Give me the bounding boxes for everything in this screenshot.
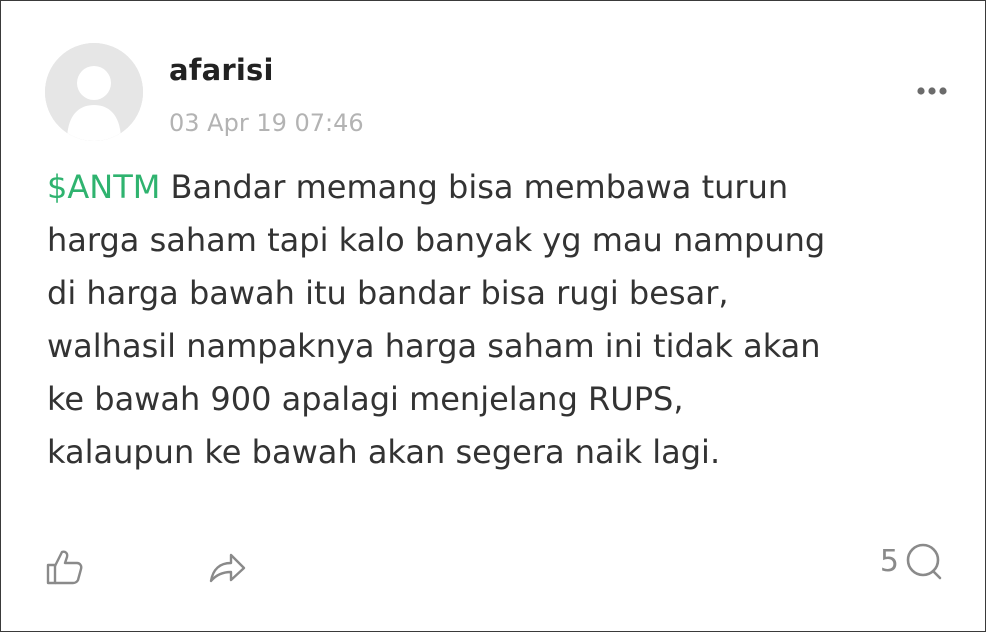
- share-arrow-icon: [209, 553, 246, 583]
- thumbs-up-icon: [46, 550, 83, 585]
- post-line: walhasil nampaknya harga saham ini tidak…: [47, 327, 821, 365]
- post-card: afarisi 03 Apr 19 07:46 $ANTM Bandar mem…: [0, 0, 986, 632]
- post-timestamp: 03 Apr 19 07:46: [169, 109, 364, 137]
- comments-button[interactable]: 5: [880, 539, 943, 583]
- more-horizontal-icon: [917, 87, 947, 95]
- post-line: harga saham tapi kalo banyak yg mau namp…: [47, 221, 826, 259]
- comment-count: 5: [879, 543, 899, 579]
- user-avatar[interactable]: [45, 43, 143, 141]
- comment-bubble-icon: [906, 543, 942, 580]
- more-options-button[interactable]: [915, 81, 949, 101]
- share-button[interactable]: [207, 547, 247, 587]
- post-line-text: Bandar memang bisa membawa turun: [160, 168, 789, 206]
- post-line: $ANTM Bandar memang bisa membawa turun: [47, 161, 947, 214]
- like-button[interactable]: [45, 547, 85, 587]
- ticker-link[interactable]: $ANTM: [47, 168, 160, 206]
- post-line: kalaupun ke bawah akan segera naik lagi.: [47, 433, 721, 471]
- post-line: di harga bawah itu bandar bisa rugi besa…: [47, 274, 729, 312]
- post-line: ke bawah 900 apalagi menjelang RUPS,: [47, 380, 684, 418]
- author-name[interactable]: afarisi: [169, 53, 274, 87]
- user-silhouette-icon: [45, 43, 143, 141]
- post-body: $ANTM Bandar memang bisa membawa turun h…: [47, 161, 947, 479]
